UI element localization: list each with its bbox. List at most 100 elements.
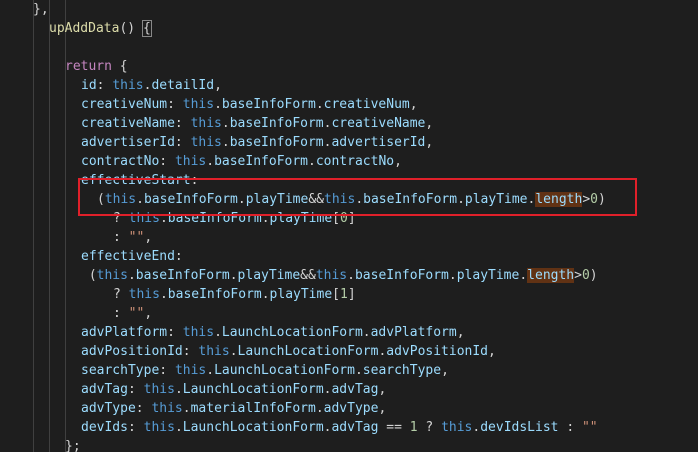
- code-token: advPlatform: [81, 325, 168, 340]
- code-token: this: [198, 344, 230, 359]
- code-token: creativeName: [331, 116, 426, 131]
- code-token: [: [332, 287, 340, 302]
- code-token: advPositionId: [81, 344, 183, 359]
- code-line[interactable]: : "",: [113, 304, 152, 323]
- code-token: this: [324, 192, 356, 207]
- code-token: (): [119, 21, 143, 36]
- code-token: baseInfoForm: [143, 192, 238, 207]
- code-line[interactable]: advPlatform: this.LaunchLocationForm.adv…: [81, 323, 465, 342]
- code-token: contractNo: [315, 154, 395, 169]
- code-token: .: [229, 268, 238, 283]
- code-token: LaunchLocationForm: [237, 344, 379, 359]
- code-token: id: [81, 78, 97, 93]
- code-token: playTime: [245, 192, 309, 207]
- code-token: ]: [347, 211, 356, 226]
- code-line[interactable]: ? this.baseInfoForm.playTime[1]: [113, 285, 356, 304]
- code-line[interactable]: contractNo: this.baseInfoForm.contractNo…: [81, 152, 402, 171]
- code-token: playTime: [237, 268, 301, 283]
- code-token: :: [174, 116, 191, 131]
- code-line[interactable]: advTag: this.LaunchLocationForm.advTag,: [81, 380, 386, 399]
- code-line[interactable]: devIds: this.LaunchLocationForm.advTag =…: [81, 418, 598, 437]
- code-token: >: [582, 192, 591, 207]
- code-line[interactable]: return {: [65, 57, 128, 76]
- code-line[interactable]: id: this.detailId,: [81, 76, 222, 95]
- code-token: advertiserId: [81, 135, 175, 150]
- code-line[interactable]: upAddData() {: [49, 19, 152, 38]
- code-token: .: [221, 116, 230, 131]
- code-token: 1: [409, 420, 418, 435]
- code-token: .: [174, 420, 183, 435]
- code-token: this: [441, 420, 473, 435]
- code-line[interactable]: advertiserId: this.baseInfoForm.advertis…: [81, 133, 433, 152]
- code-token: ): [589, 268, 598, 283]
- code-token: .: [206, 154, 215, 169]
- code-token: advTag: [81, 382, 128, 397]
- code-token: ,: [394, 154, 402, 169]
- code-token: searchType: [81, 363, 160, 378]
- code-token: >: [574, 268, 582, 283]
- code-token: .: [261, 287, 270, 302]
- code-token: .: [206, 363, 215, 378]
- code-token: ?: [417, 420, 442, 435]
- code-token: {: [141, 20, 152, 37]
- code-token: ,: [425, 116, 434, 131]
- code-token: advTag: [331, 382, 379, 397]
- code-token: .: [315, 97, 324, 112]
- code-token: playTime: [464, 192, 528, 207]
- code-token: baseInfoForm: [167, 287, 262, 302]
- code-token: 0: [340, 211, 348, 226]
- code-token: this: [315, 268, 348, 283]
- code-token: &&: [308, 192, 324, 207]
- code-token: :: [174, 135, 191, 150]
- code-token: .: [308, 154, 316, 169]
- code-line[interactable]: : "",: [113, 228, 152, 247]
- code-line[interactable]: (this.baseInfoForm.playTime&&this.baseIn…: [81, 266, 598, 285]
- code-token: ,: [144, 306, 153, 321]
- code-token: this: [182, 97, 215, 112]
- code-line[interactable]: advType: this.materialInfoForm.advType,: [81, 399, 386, 418]
- code-token: .: [362, 325, 371, 340]
- code-token: baseInfoForm: [354, 268, 449, 283]
- code-line[interactable]: ? this.baseInfoForm.playTime[0]: [113, 209, 356, 228]
- code-token: baseInfoForm: [229, 116, 324, 131]
- code-line[interactable]: (this.baseInfoForm.playTime&&this.baseIn…: [97, 190, 606, 209]
- code-line[interactable]: creativeNum: this.baseInfoForm.creativeN…: [81, 95, 418, 114]
- code-token: advPlatform: [370, 325, 457, 340]
- code-token: advertiserId: [331, 135, 426, 150]
- code-token: ]: [347, 287, 356, 302]
- code-line[interactable]: effectiveEnd:: [81, 247, 183, 266]
- code-token: "": [128, 306, 145, 321]
- code-token: .: [519, 268, 528, 283]
- code-token: effectiveEnd: [81, 249, 175, 264]
- code-token: ,: [409, 97, 418, 112]
- code-token: :: [182, 344, 199, 359]
- code-token: 1: [340, 287, 348, 302]
- code-token: ): [597, 192, 606, 207]
- code-token: .: [347, 268, 355, 283]
- code-token: :: [159, 154, 175, 169]
- code-token: devIdsList: [480, 420, 559, 435]
- code-token: .: [261, 211, 270, 226]
- code-line[interactable]: advPositionId: this.LaunchLocationForm.a…: [81, 342, 496, 361]
- code-token: :: [190, 173, 199, 188]
- code-token: &&: [300, 268, 316, 283]
- code-token: baseInfoForm: [363, 192, 458, 207]
- code-line[interactable]: searchType: this.LaunchLocationForm.sear…: [81, 361, 449, 380]
- code-token: ?: [113, 211, 129, 226]
- code-token: materialInfoForm: [190, 401, 316, 416]
- code-token: :: [127, 382, 144, 397]
- code-token: {: [111, 59, 128, 74]
- code-line[interactable]: effectiveStart:: [81, 171, 198, 190]
- code-token: ,: [425, 135, 434, 150]
- code-token: baseInfoForm: [167, 211, 262, 226]
- code-line[interactable]: };: [65, 437, 81, 452]
- code-token: :: [127, 420, 144, 435]
- code-line[interactable]: creativeName: this.baseInfoForm.creative…: [81, 114, 433, 133]
- code-token: "": [128, 230, 145, 245]
- code-token: this: [190, 135, 222, 150]
- code-token: ?: [113, 287, 129, 302]
- code-editor[interactable]: }, upAddData() { return {id: this.detailId…: [0, 0, 698, 452]
- code-line[interactable]: },: [33, 0, 49, 19]
- code-token: :: [113, 306, 129, 321]
- code-token: baseInfoForm: [214, 154, 308, 169]
